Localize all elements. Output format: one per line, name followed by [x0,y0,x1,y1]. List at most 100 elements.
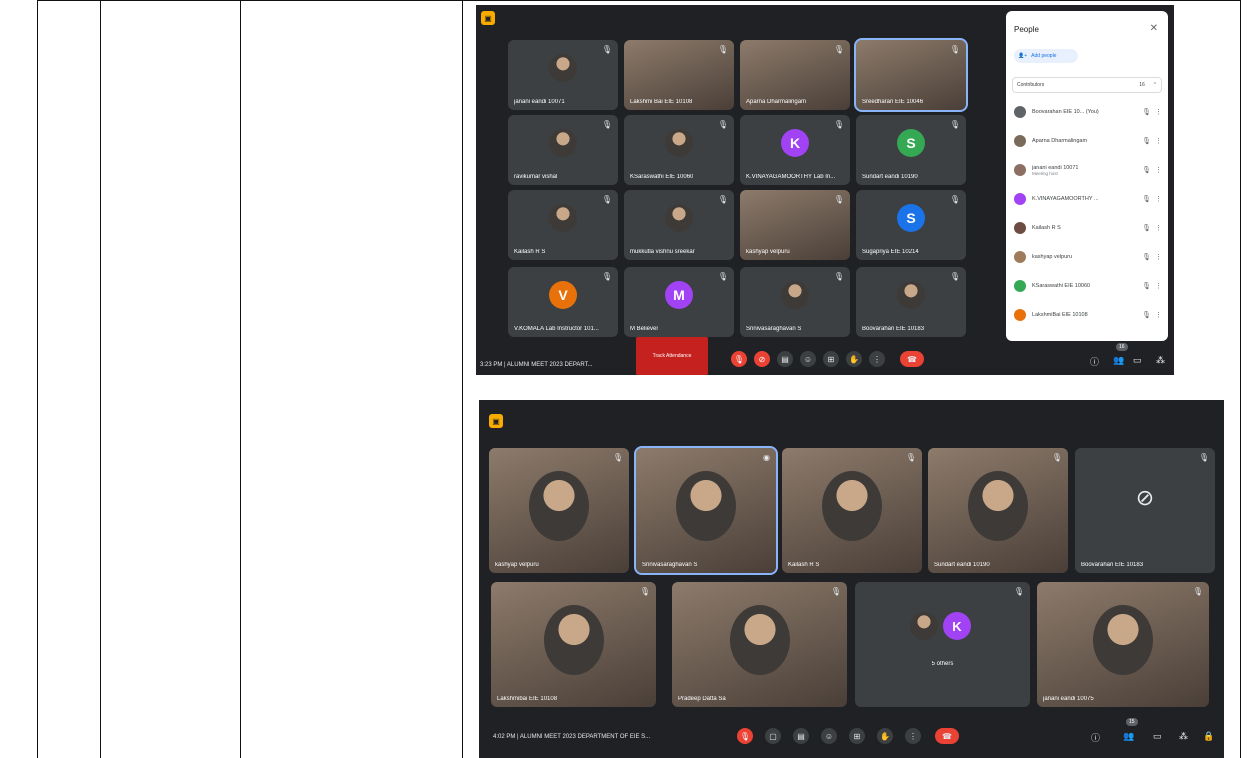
camera-button[interactable]: ▢ [765,728,781,744]
track-attendance-button[interactable]: Track Attendance [636,337,708,375]
avatar [1014,135,1026,147]
avatar: K [781,129,809,157]
participant-tile[interactable]: 🎙 kashyap velpuru [740,190,850,260]
avatar [1014,164,1026,176]
participant-tile[interactable]: 🎙 kashyap velpuru [489,448,629,573]
add-people-button[interactable]: 👤+ Add people [1014,49,1078,63]
leave-call-button[interactable]: ☎ [900,351,924,367]
participant-tile[interactable]: 🎙 Aparna Dharmalingam [740,40,850,110]
participant-tile[interactable]: ⊘ 🎙 Boovarahan EIE 10183 [1075,448,1215,573]
participant-tile[interactable]: 🎙 mukkutla vishnu sreekar [624,190,734,260]
mic-off-button[interactable]: 🎙 [737,728,753,744]
avatar [665,129,693,157]
mic-muted-icon: 🎙 [601,272,612,281]
raise-hand-button[interactable]: ✋ [846,351,862,367]
participant-list-name: Kailash R S [1032,225,1138,231]
meeting-info: 3:23 PM | ALUMNI MEET 2023 DEPART... [480,362,593,368]
participant-tile[interactable]: M 🎙 M Believer [624,267,734,337]
more-vert-icon[interactable]: ⋮ [1155,195,1162,203]
emoji-button[interactable]: ☺ [800,351,816,367]
raise-hand-button[interactable]: ✋ [877,728,893,744]
participant-list-name: Aparna Dharmalingam [1032,138,1138,144]
more-vert-icon[interactable]: ⋮ [1155,311,1162,319]
info-icon[interactable]: ⓘ [1090,355,1099,368]
present-button[interactable]: ⊞ [823,351,839,367]
captions-button[interactable]: ▤ [777,351,793,367]
participant-tile[interactable]: 🎙 Pradeep Datta Sa [672,582,847,707]
chat-icon[interactable]: ▭ [1153,731,1162,742]
participant-list-item[interactable]: K.VINAYAGAMOORTHY ... 🎙 ⋮ [1014,188,1162,210]
participant-name: kashyap velpuru [495,562,539,568]
participant-video [729,604,790,675]
participant-tile[interactable]: 🎙 ravikumar vishal [508,115,618,185]
more-vert-icon[interactable]: ⋮ [1155,224,1162,232]
participant-tile[interactable]: 🎙 Lakshmibai EIE 10108 [491,582,656,707]
mic-muted-icon: 🎙 [1192,587,1203,596]
mic-off-button[interactable]: 🎙 [731,351,747,367]
mic-muted-icon: 🎙 [717,272,728,281]
more-vert-icon[interactable]: ⋮ [1155,282,1162,290]
participant-tile[interactable]: 🎙 Srinivasaraghavan S [740,267,850,337]
mic-muted-icon: 🎙 [601,120,612,129]
meet-screenshot-2: ▣ 🎙 kashyap velpuru ◉ Srinivasaraghavan S 🎙 K… [479,400,1224,758]
camera-off-button[interactable]: ⊘ [754,351,770,367]
leave-call-button[interactable]: ☎ [935,728,959,744]
participant-list-item[interactable]: Boovarahan EIE 10... (You) 🎙 ⋮ [1014,101,1162,123]
chat-icon[interactable]: ▭ [1133,355,1142,366]
participant-list-item[interactable]: Kailash R S 🎙 ⋮ [1014,217,1162,239]
participant-tile[interactable]: 🎙 Sreedharan EIE 10046 [854,38,968,112]
participant-tile[interactable]: 🎙 Sundart eandi 10190 [928,448,1068,573]
participant-tile[interactable]: 🎙 janani eandi 10071 [508,40,618,110]
mic-muted-icon: 🎙 [833,45,844,54]
more-vert-icon[interactable]: ⋮ [1155,137,1162,145]
participant-tile[interactable]: 🎙 Lakshmi Bai EIE 10108 [624,40,734,110]
participant-list-item[interactable]: janani eandi 10071 Meeting host 🎙 ⋮ [1014,159,1162,181]
activities-icon[interactable]: ⁂ [1179,731,1188,742]
more-options-button[interactable]: ⋮ [869,351,885,367]
contributors-section[interactable]: Contributors 16 ⌃ [1012,77,1162,93]
participant-tile[interactable]: ◉ Srinivasaraghavan S [634,446,778,575]
people-count-badge: 16 [1116,343,1128,351]
captions-button[interactable]: ▤ [793,728,809,744]
participant-video [529,470,589,541]
activities-icon[interactable]: ⁂ [1156,355,1165,366]
participant-tile[interactable]: 🎙 KSaraswathi EIE 10060 [624,115,734,185]
people-icon[interactable]: 👥 [1123,731,1134,742]
participant-list-item[interactable]: KSaraswathi EIE 10060 🎙 ⋮ [1014,275,1162,297]
participant-list-item[interactable]: LakshmiBai EIE 10108 🎙 ⋮ [1014,304,1162,326]
people-panel: People ✕ 👤+ Add people Contributors 16 ⌃… [1006,11,1168,341]
participant-name: Kailash R S [788,562,820,568]
participant-tile[interactable]: 🎙 Kailash R S [782,448,922,573]
participant-tile[interactable]: S 🎙 Sugapriya EIE 10214 [856,190,966,260]
avatar [1014,251,1026,263]
participant-list-item[interactable]: Aparna Dharmalingam 🎙 ⋮ [1014,130,1162,152]
more-options-button[interactable]: ⋮ [905,728,921,744]
close-icon[interactable]: ✕ [1150,23,1158,34]
more-vert-icon[interactable]: ⋮ [1155,166,1162,174]
present-button[interactable]: ⊞ [849,728,865,744]
participant-tile[interactable]: 🎙 Boovarahan EIE 10183 [856,267,966,337]
more-vert-icon[interactable]: ⋮ [1155,108,1162,116]
participant-tile[interactable]: V 🎙 V.KOMALA Lab Instructor 101... [508,267,618,337]
participant-tile[interactable]: K 🎙 5 others [855,582,1030,707]
member-name: K.VINAYAGAMOORTHY ... [1032,196,1099,202]
participant-name: 5 others [931,661,954,667]
emoji-button[interactable]: ☺ [821,728,837,744]
avatar [549,129,577,157]
participant-video [822,470,882,541]
host-controls-icon[interactable]: 🔒 [1203,731,1214,742]
participant-name: Sugapriya EIE 10214 [862,249,919,255]
info-icon[interactable]: ⓘ [1091,731,1100,744]
participant-list-item[interactable]: kashyap velpuru 🎙 ⋮ [1014,246,1162,268]
mic-muted-icon: 🎙 [717,195,728,204]
participant-tile[interactable]: S 🎙 Sundart eandi 10190 [856,115,966,185]
avatar [549,204,577,232]
participant-tile[interactable]: 🎙 janani eandi 10075 [1037,582,1209,707]
participant-tile[interactable]: K 🎙 K.VINAYAGAMOORTHY Lab In... [740,115,850,185]
more-vert-icon[interactable]: ⋮ [1155,253,1162,261]
avatar [1014,280,1026,292]
participant-tile[interactable]: 🎙 Kailash R S [508,190,618,260]
people-icon[interactable]: 👥 [1113,355,1124,366]
participant-name: Kailash R S [514,249,546,255]
member-role: Meeting host [1032,170,1058,176]
